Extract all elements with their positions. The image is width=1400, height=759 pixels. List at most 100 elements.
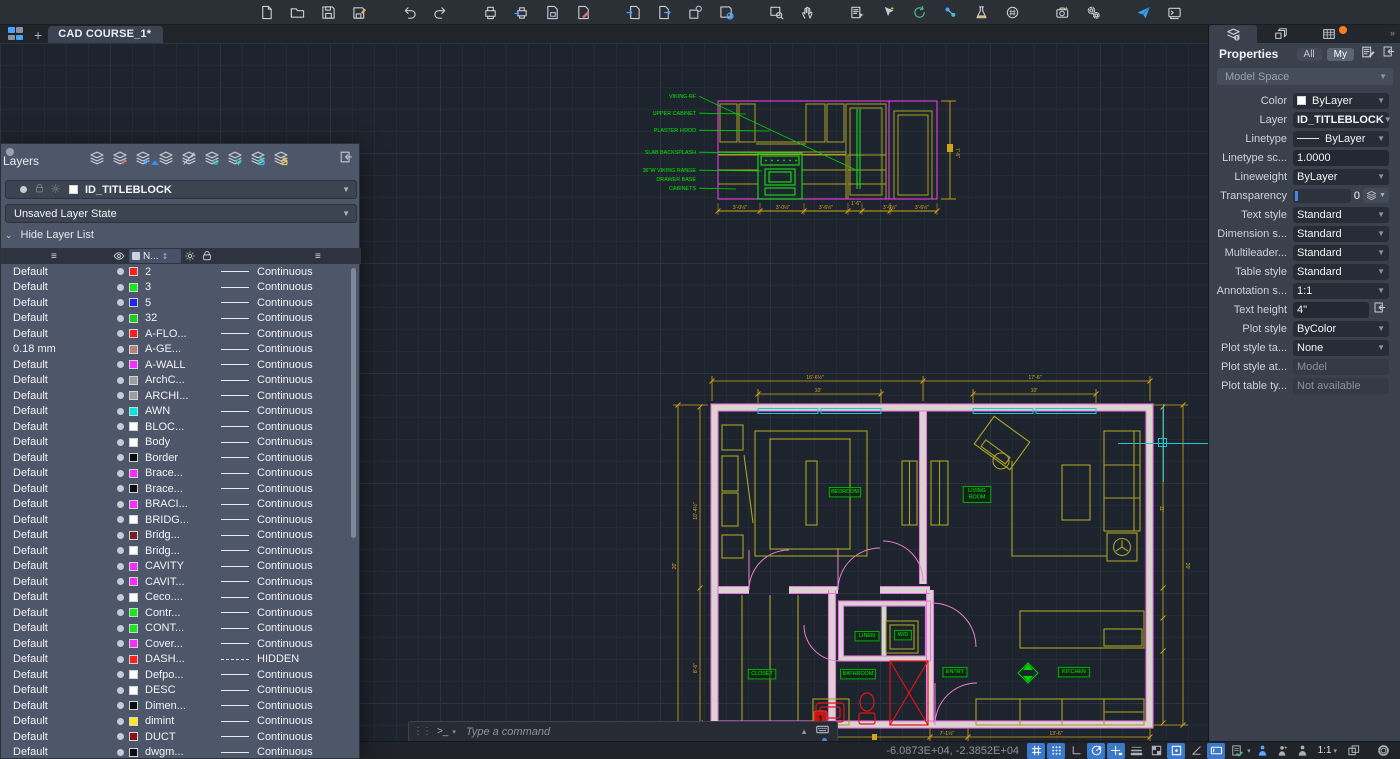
layer-merge-icon[interactable] [158, 150, 174, 171]
text-height-input[interactable]: 4" [1293, 302, 1369, 318]
menu-icon[interactable]: ≡ [51, 251, 57, 262]
layer-row[interactable]: Default5Continuous [1, 295, 361, 311]
value-select[interactable]: ByLayer▼ [1293, 169, 1389, 185]
value-input[interactable]: 1.0000 [1293, 150, 1389, 166]
layer-row[interactable]: 0.18 mmA-GE...Continuous [1, 342, 361, 358]
layer-row[interactable]: Default2Continuous [1, 264, 361, 280]
layer-row[interactable]: DefaultBLOC...Continuous [1, 419, 361, 435]
freeze-column-icon[interactable] [184, 250, 196, 265]
selection-cycling-icon[interactable] [1344, 743, 1362, 759]
osnap-toggle-icon[interactable] [1167, 743, 1185, 759]
annot-auto-toggle-icon[interactable] [1274, 743, 1292, 759]
value-select[interactable]: Standard▼ [1293, 207, 1389, 223]
text-height-icon[interactable] [1373, 301, 1386, 319]
transparency-slider[interactable] [1293, 189, 1351, 203]
value-select[interactable]: ID_TITLEBLOCK▼ [1293, 112, 1389, 128]
annot-sync-toggle-icon[interactable] [1254, 743, 1272, 759]
layer-row[interactable]: DefaultBodyContinuous [1, 435, 361, 451]
dyninput-toggle-icon[interactable] [1207, 743, 1225, 759]
layer-row[interactable]: DefaultCeco....Continuous [1, 590, 361, 606]
layer-new-icon[interactable] [135, 150, 151, 171]
ortho-toggle-icon[interactable] [1067, 743, 1085, 759]
transparency-layers-button[interactable]: ▼ [1363, 188, 1389, 203]
layer-row[interactable]: DefaultDESCContinuous [1, 683, 361, 699]
tab-properties[interactable] [1209, 25, 1257, 43]
command-bar-grip[interactable]: ⋮⋮ [413, 726, 431, 737]
layer-row[interactable]: DefaultDUCTContinuous [1, 729, 361, 745]
lock-column-icon[interactable] [201, 250, 213, 265]
layer-row[interactable]: DefaultContr...Continuous [1, 605, 361, 621]
layer-row[interactable]: DefaultA-FLO...Continuous [1, 326, 361, 342]
annotation-scale-dropdown[interactable]: 1:1▾ [1318, 745, 1340, 756]
command-input[interactable]: Type a command [466, 726, 800, 738]
layer-row[interactable]: DefaultCAVIT...Continuous [1, 574, 361, 590]
layer-lock-icon[interactable] [250, 150, 266, 171]
layer-list-column-header[interactable]: ≡ N... ⇕ ≡ [1, 248, 361, 264]
command-history-toggle[interactable]: ▲ [800, 727, 808, 736]
layer-row[interactable]: DefaultArchC...Continuous [1, 373, 361, 389]
layer-row[interactable]: DefaultDefpo...Continuous [1, 667, 361, 683]
grid-toggle-icon[interactable] [1027, 743, 1045, 759]
layer-row[interactable]: Default32Continuous [1, 311, 361, 327]
visibility-column-icon[interactable] [113, 250, 125, 265]
linetype-select[interactable]: ByLayer▼ [1293, 131, 1389, 147]
annot-visibility-toggle-icon[interactable] [1227, 743, 1245, 759]
value-select[interactable]: 1:1▼ [1293, 283, 1389, 299]
layer-unlock-icon[interactable] [273, 150, 289, 171]
panel-dock-icon[interactable] [1382, 45, 1395, 63]
value-select[interactable]: Standard▼ [1293, 264, 1389, 280]
current-layer-dropdown[interactable]: ID_TITLEBLOCK ▼ [5, 180, 357, 199]
layer-isolate-icon[interactable] [181, 150, 197, 171]
layer-row[interactable]: DefaultA-WALLContinuous [1, 357, 361, 373]
layer-row[interactable]: DefaultBRACI...Continuous [1, 497, 361, 513]
layer-row[interactable]: DefaultAWNContinuous [1, 404, 361, 420]
value-select[interactable]: ByColor▼ [1293, 321, 1389, 337]
value-select[interactable]: Standard▼ [1293, 226, 1389, 242]
name-column-sort[interactable]: N... ⇕ [129, 249, 181, 263]
layer-edit-icon[interactable] [112, 150, 128, 171]
layer-row[interactable]: DefaultBrace...Continuous [1, 466, 361, 482]
lineweight-toggle-icon[interactable] [1127, 743, 1145, 759]
edit-properties-icon[interactable] [1361, 45, 1375, 64]
layer-row[interactable]: Defaultdwgm...Continuous [1, 745, 361, 759]
more-tabs-icon[interactable]: » [1390, 25, 1400, 43]
filter-all-button[interactable]: All [1297, 48, 1322, 61]
filter-my-button[interactable]: My [1327, 48, 1354, 61]
otrack-toggle-icon[interactable] [1107, 743, 1125, 759]
tab-sheets[interactable] [1305, 25, 1353, 43]
layer-row[interactable]: DefaultCover...Continuous [1, 636, 361, 652]
annot-visibility-caret[interactable]: ▾ [1247, 747, 1251, 755]
command-bar[interactable]: ⋮⋮ >_ ▾ Type a command ▲ [408, 721, 838, 742]
polar-toggle-icon[interactable] [1087, 743, 1105, 759]
hatch-toggle-icon[interactable] [1147, 743, 1165, 759]
value-select[interactable]: Standard▼ [1293, 245, 1389, 261]
layer-on-icon[interactable] [227, 150, 243, 171]
layer-states-icon[interactable] [89, 150, 105, 171]
layer-row[interactable]: DefaultCAVITYContinuous [1, 559, 361, 575]
layer-row[interactable]: DefaultBridg...Continuous [1, 543, 361, 559]
layer-state-dropdown[interactable]: Unsaved Layer State ▼ [5, 204, 357, 223]
palette-dock-icon[interactable] [339, 150, 353, 169]
layer-row[interactable]: Default3Continuous [1, 280, 361, 296]
annot-scale-toggle-icon[interactable] [1294, 743, 1312, 759]
layer-row[interactable]: DefaultARCHI...Continuous [1, 388, 361, 404]
layer-row[interactable]: DefaultDimen...Continuous [1, 698, 361, 714]
space-selector[interactable]: Model Space ▼ [1217, 68, 1393, 85]
layer-row[interactable]: DefaultBridg...Continuous [1, 528, 361, 544]
color-select[interactable]: ByLayer▼ [1293, 93, 1389, 109]
layer-row[interactable]: DefaultdimintContinuous [1, 714, 361, 730]
value-select[interactable]: None▼ [1293, 340, 1389, 356]
tab-content[interactable] [1257, 25, 1305, 43]
layer-row[interactable]: DefaultBRIDG...Continuous [1, 512, 361, 528]
layer-list-scrollbar[interactable] [351, 268, 356, 538]
hide-layer-list-toggle[interactable]: ⌄ Hide Layer List [5, 229, 94, 241]
snap-toggle-icon[interactable] [1047, 743, 1065, 759]
angle-toggle-icon[interactable] [1187, 743, 1205, 759]
customization-gear-icon[interactable] [1374, 743, 1392, 759]
prompt-caret-icon[interactable]: ▾ [452, 728, 456, 736]
layer-row[interactable]: DefaultCONT...Continuous [1, 621, 361, 637]
layer-row[interactable]: DefaultBorderContinuous [1, 450, 361, 466]
layer-row[interactable]: DefaultDASH...HIDDEN [1, 652, 361, 668]
layer-settings-icon[interactable] [204, 150, 220, 171]
settings-menu-icon[interactable]: ≡ [315, 251, 321, 262]
